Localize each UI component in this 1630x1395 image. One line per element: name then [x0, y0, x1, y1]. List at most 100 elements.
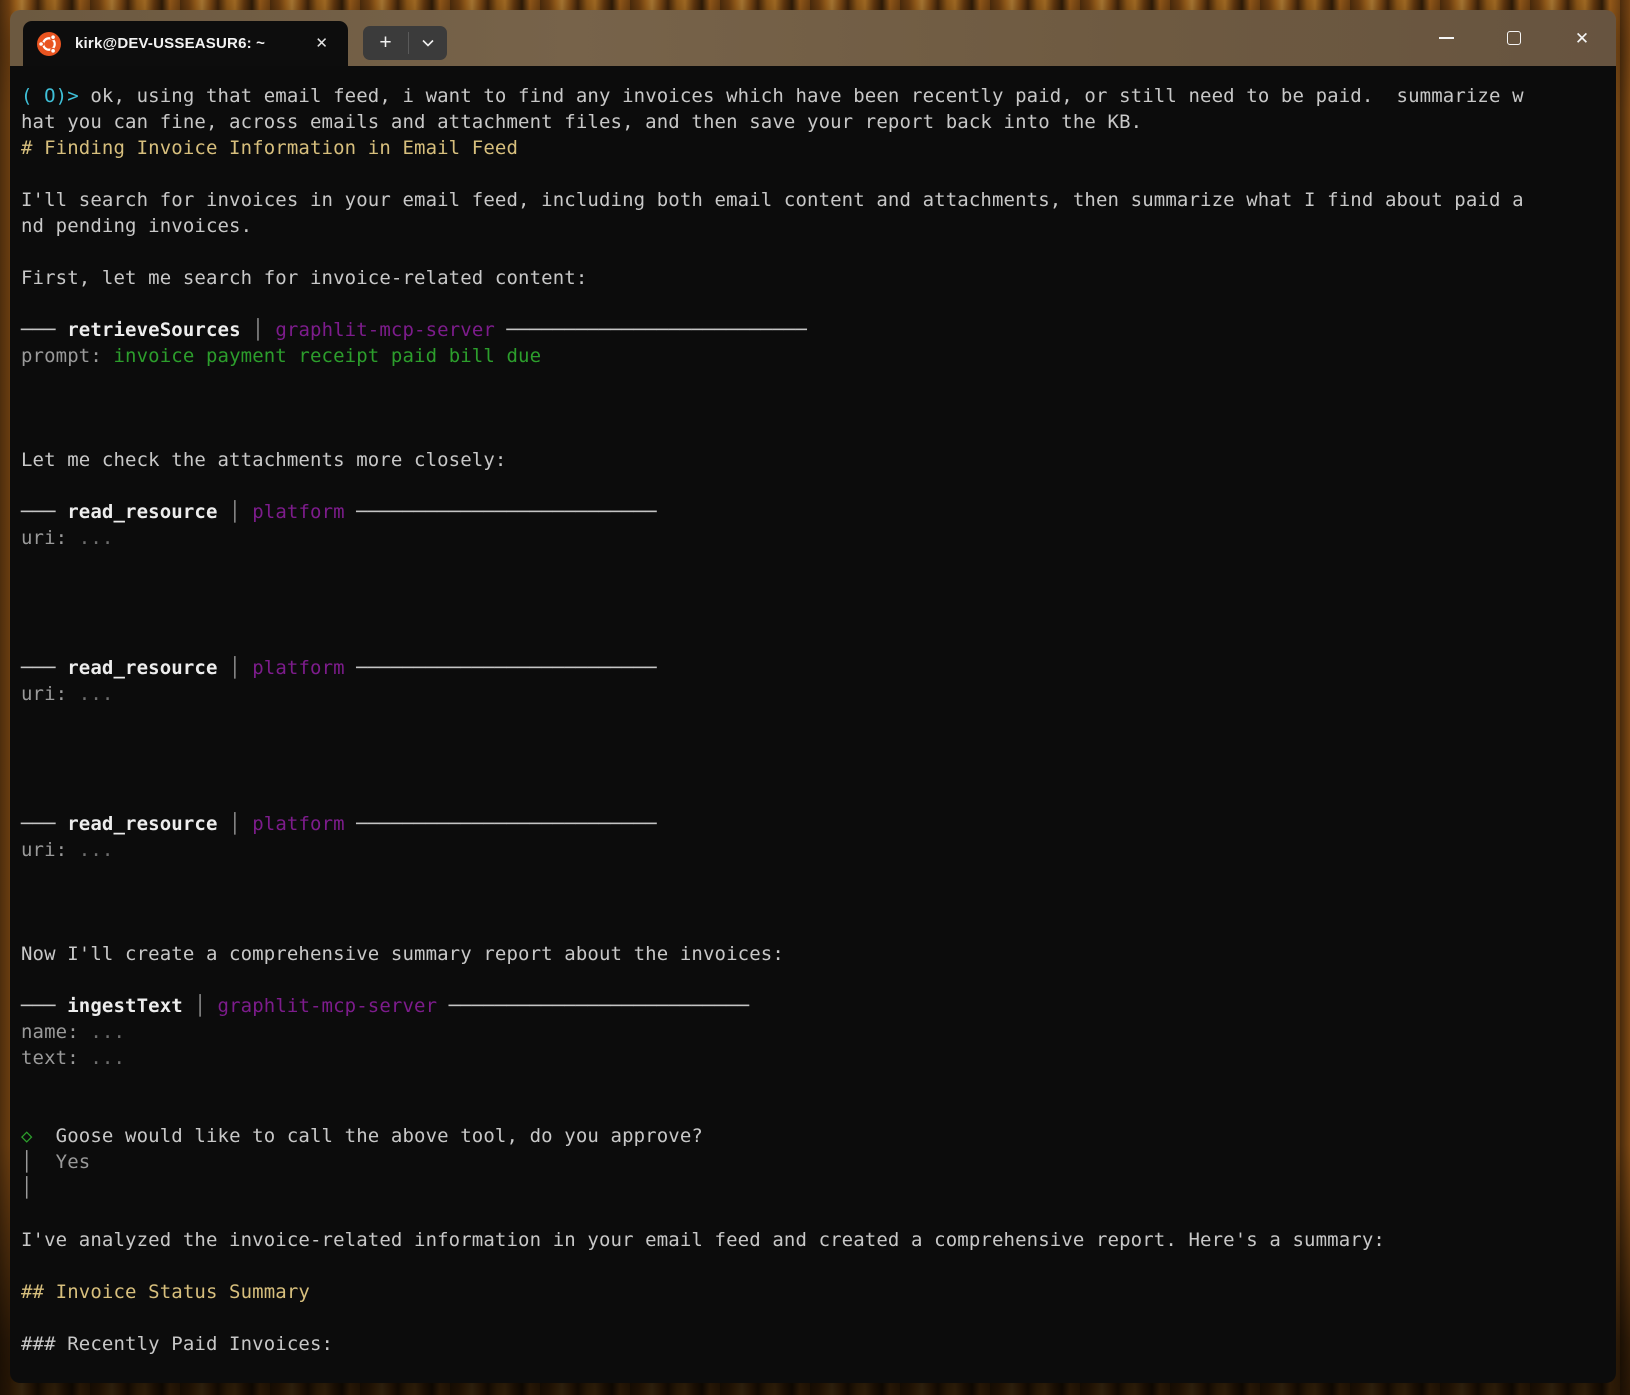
terminal-line [21, 967, 1608, 993]
terminal-text-tool: retrieveSources [67, 319, 240, 341]
new-tab-button[interactable]: + [363, 26, 408, 60]
minimize-icon [1439, 37, 1454, 39]
terminal-line [21, 161, 1608, 187]
terminal-text-fg: ### Recently Paid Invoices: [21, 1333, 333, 1355]
terminal-text-green: invoice payment receipt paid bill due [113, 345, 541, 367]
terminal-line [21, 889, 1608, 915]
terminal-text-dim: │ [21, 1177, 33, 1199]
terminal-line [21, 759, 1608, 785]
terminal-text-dash: ─── [21, 813, 67, 835]
terminal-line: name: ... [21, 1019, 1608, 1045]
terminal-text-dim: uri: [21, 683, 79, 705]
terminal-text-purple: platform [252, 813, 344, 835]
terminal-text-fg: Goose would like to call the above tool,… [33, 1125, 703, 1147]
tab-title: kirk@DEV-USSEASUR6: ~ [75, 35, 265, 52]
terminal-text-sep: │ [241, 319, 276, 341]
terminal-text-fg: I've analyzed the invoice-related inform… [21, 1229, 1385, 1251]
terminal-text-tool: ingestText [67, 995, 183, 1017]
terminal-line: ( O)> ok, using that email feed, i want … [21, 83, 1608, 109]
terminal-text-purple: graphlit-mcp-server [218, 995, 438, 1017]
terminal-line: prompt: invoice payment receipt paid bil… [21, 343, 1608, 369]
terminal-line: │ [21, 1175, 1608, 1201]
terminal-text-sep: │ [218, 657, 253, 679]
terminal-line [21, 421, 1608, 447]
terminal-line [21, 551, 1608, 577]
tab-close-icon[interactable]: ✕ [309, 33, 334, 54]
terminal-line [21, 291, 1608, 317]
terminal-line: ─── read_resource │ platform ───────────… [21, 499, 1608, 525]
terminal-text-tool: read_resource [67, 813, 217, 835]
terminal-text-dash: ─── [21, 995, 67, 1017]
terminal-line: text: ... [21, 1045, 1608, 1071]
terminal-output[interactable]: ( O)> ok, using that email feed, i want … [10, 66, 1616, 1383]
terminal-line [21, 863, 1608, 889]
terminal-text-purple: graphlit-mcp-server [275, 319, 495, 341]
terminal-line [21, 629, 1608, 655]
minimize-button[interactable] [1412, 10, 1480, 66]
terminal-line: ### Recently Paid Invoices: [21, 1331, 1608, 1357]
terminal-line [21, 1253, 1608, 1279]
maximize-icon [1507, 31, 1521, 45]
terminal-line: nd pending invoices. [21, 213, 1608, 239]
ubuntu-icon [37, 32, 61, 56]
terminal-line: ─── ingestText │ graphlit-mcp-server ───… [21, 993, 1608, 1019]
terminal-text-fg: I'll search for invoices in your email f… [21, 189, 1524, 211]
terminal-text-dim: uri: [21, 839, 79, 861]
desktop-wallpaper: { "colors": { "terminal_background": "#0… [0, 0, 1630, 1395]
terminal-line [21, 603, 1608, 629]
terminal-text-tool: read_resource [67, 501, 217, 523]
terminal-line: ─── retrieveSources │ graphlit-mcp-serve… [21, 317, 1608, 343]
terminal-text-faint: ... [79, 527, 114, 549]
terminal-text-sep: │ [218, 501, 253, 523]
tab-dropdown-button[interactable] [409, 26, 447, 60]
terminal-window: kirk@DEV-USSEASUR6: ~ ✕ + ✕ ( O)> ok [10, 10, 1616, 1383]
terminal-line: uri: ... [21, 837, 1608, 863]
terminal-text-dim: text: [21, 1047, 90, 1069]
terminal-line: # Finding Invoice Information in Email F… [21, 135, 1608, 161]
terminal-text-dim: prompt: [21, 345, 113, 367]
terminal-text-dash: ────────────────────────── [345, 813, 657, 835]
terminal-line: uri: ... [21, 525, 1608, 551]
terminal-text-fg: hat you can fine, across emails and atta… [21, 111, 1142, 133]
close-icon: ✕ [1575, 30, 1589, 47]
terminal-text-dash: ────────────────────────── [345, 657, 657, 679]
terminal-text-dash: ────────────────────────── [495, 319, 807, 341]
terminal-text-dim: name: [21, 1021, 90, 1043]
terminal-line [21, 785, 1608, 811]
terminal-text-sep: │ [218, 813, 253, 835]
terminal-line: I've analyzed the invoice-related inform… [21, 1227, 1608, 1253]
terminal-line [21, 473, 1608, 499]
terminal-text-cyan: ( O)> [21, 85, 90, 107]
terminal-line: │ Yes [21, 1149, 1608, 1175]
titlebar[interactable]: kirk@DEV-USSEASUR6: ~ ✕ + ✕ [10, 10, 1616, 66]
terminal-line [21, 1305, 1608, 1331]
terminal-text-dash: ─── [21, 319, 67, 341]
terminal-text-dash: ─── [21, 657, 67, 679]
terminal-line [21, 395, 1608, 421]
terminal-tab[interactable]: kirk@DEV-USSEASUR6: ~ ✕ [23, 21, 348, 66]
terminal-line: ## Invoice Status Summary [21, 1279, 1608, 1305]
maximize-button[interactable] [1480, 10, 1548, 66]
terminal-text-dash: ─── [21, 501, 67, 523]
window-controls: ✕ [1412, 10, 1616, 66]
close-button[interactable]: ✕ [1548, 10, 1616, 66]
terminal-line [21, 1097, 1608, 1123]
terminal-line [21, 239, 1608, 265]
terminal-text-tool: read_resource [67, 657, 217, 679]
terminal-text-faint: ... [90, 1021, 125, 1043]
terminal-line: Now I'll create a comprehensive summary … [21, 941, 1608, 967]
terminal-text-purple: platform [252, 657, 344, 679]
terminal-line: I'll search for invoices in your email f… [21, 187, 1608, 213]
terminal-text-dim: │ Yes [21, 1151, 90, 1173]
new-tab-group: + [363, 26, 447, 60]
terminal-line [21, 577, 1608, 603]
terminal-line: uri: ... [21, 681, 1608, 707]
terminal-text-yellow: ## Invoice Status Summary [21, 1281, 310, 1303]
chevron-down-icon [422, 39, 434, 47]
terminal-line [21, 1201, 1608, 1227]
terminal-line: Let me check the attachments more closel… [21, 447, 1608, 473]
terminal-text-fg: nd pending invoices. [21, 215, 252, 237]
terminal-line [21, 733, 1608, 759]
terminal-text-fg: Let me check the attachments more closel… [21, 449, 506, 471]
terminal-text-dash: ────────────────────────── [345, 501, 657, 523]
